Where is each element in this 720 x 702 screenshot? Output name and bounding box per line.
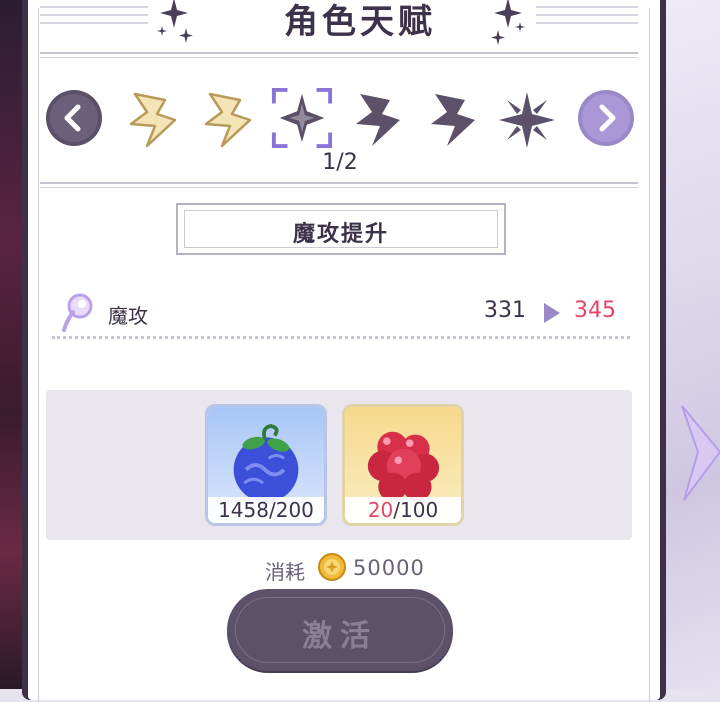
next-panel-arrow-icon[interactable] <box>676 402 720 504</box>
divider <box>40 187 638 188</box>
talent-page-indicator: 1/2 <box>322 150 358 175</box>
material-count: 20/100 <box>345 497 461 523</box>
background-left <box>0 0 22 689</box>
page-title: 角色天赋 <box>284 2 436 42</box>
talent-node-5-icon[interactable] <box>421 88 485 152</box>
talent-node-1-icon[interactable] <box>121 88 185 152</box>
next-talent-button[interactable] <box>577 89 634 146</box>
skill-name-frame: 魔攻提升 <box>176 203 506 255</box>
talent-node-6-icon[interactable] <box>495 88 559 152</box>
materials-tray <box>46 390 632 540</box>
activate-button[interactable]: 激活 <box>227 589 453 671</box>
talent-node-2-icon[interactable] <box>196 88 260 152</box>
material-count: 1458/200 <box>208 497 324 523</box>
arrow-right-icon <box>544 303 560 323</box>
cost-value: 50000 <box>353 556 425 580</box>
talent-node-3-icon-selected[interactable] <box>270 86 334 150</box>
stat-label: 魔攻 <box>108 304 148 328</box>
activate-button-label: 激活 <box>302 619 378 654</box>
background-right <box>660 0 720 689</box>
talent-node-4-icon[interactable] <box>346 88 410 152</box>
stat-next-value: 345 <box>574 298 616 323</box>
gold-coin-icon <box>318 553 346 581</box>
prev-talent-button[interactable] <box>45 89 102 146</box>
dotted-divider <box>52 336 630 339</box>
skill-name: 魔攻提升 <box>292 221 389 247</box>
stat-current-value: 331 <box>484 298 526 323</box>
divider <box>40 52 638 54</box>
divider <box>40 57 638 58</box>
magic-attack-icon <box>62 293 93 332</box>
material-slot[interactable]: 20/100 <box>342 404 464 526</box>
cost-label: 消耗 <box>265 560 305 584</box>
divider <box>40 182 638 184</box>
material-slot[interactable]: 1458/200 <box>205 404 327 526</box>
